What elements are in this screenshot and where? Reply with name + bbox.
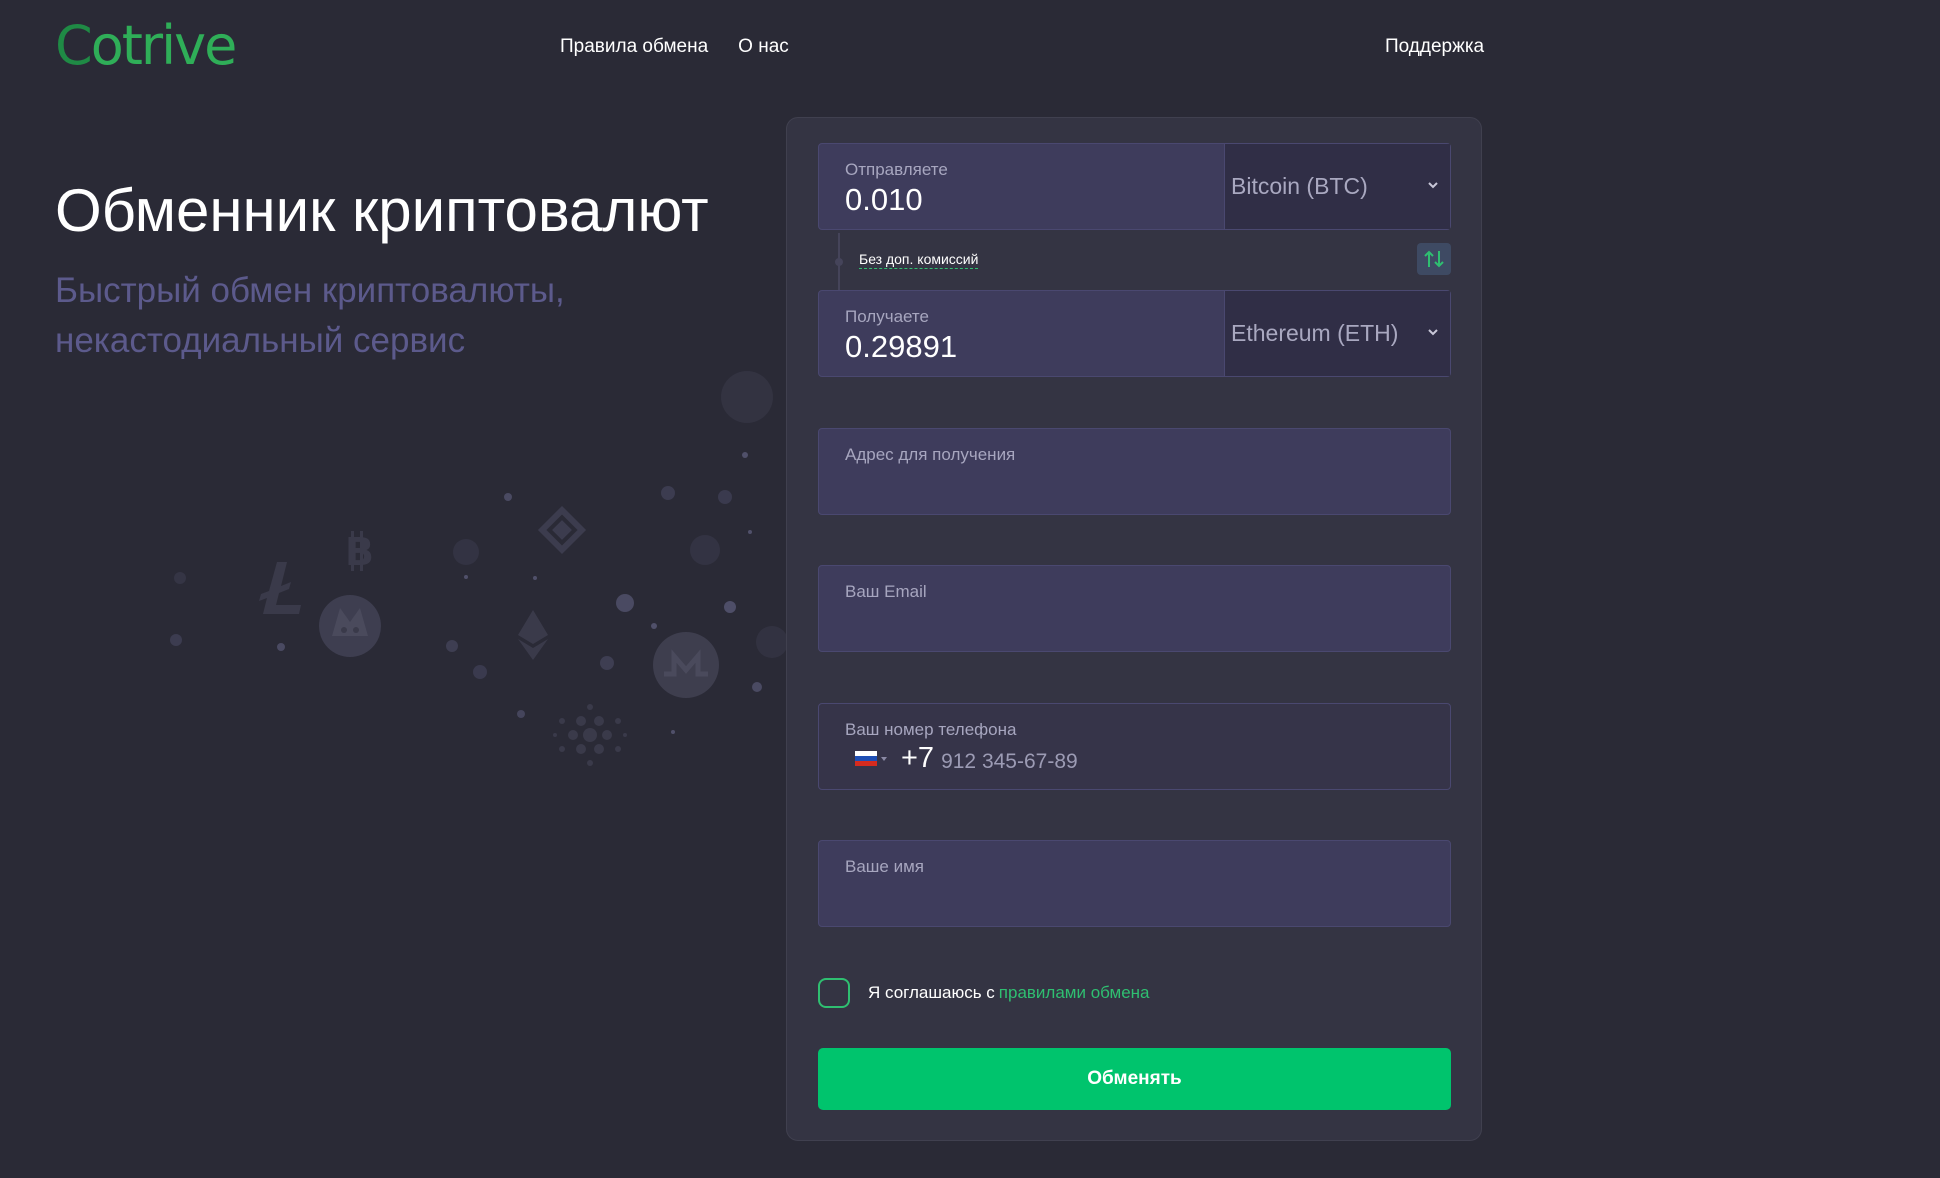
decor-dot — [174, 572, 186, 584]
decor-dot — [473, 665, 487, 679]
send-amount-field[interactable]: Отправляете 0.010 Bitcoin (BTC) — [818, 143, 1451, 230]
phone-input[interactable]: 912 345-67-89 — [941, 750, 1078, 774]
page-title: Обменник криптовалют — [55, 177, 709, 244]
binance-icon — [537, 505, 587, 555]
receive-amount-field[interactable]: Получаете 0.29891 Ethereum (ETH) — [818, 290, 1451, 377]
decor-dot — [748, 530, 752, 534]
address-field[interactable]: Адрес для получения — [818, 428, 1451, 515]
dogecoin-icon — [319, 595, 381, 657]
decor-bubble — [453, 539, 479, 565]
phone-field[interactable]: Ваш номер телефона +7 912 345-67-89 — [818, 703, 1451, 790]
address-label: Адрес для получения — [845, 445, 1016, 464]
connector-dot — [835, 258, 843, 266]
nav-exchange-rules[interactable]: Правила обмена — [560, 36, 708, 58]
monero-icon — [653, 632, 719, 698]
decor-dot — [533, 576, 537, 580]
decor-dot — [724, 601, 736, 613]
page-subtitle: Быстрый обмен криптовалюты, некастодиаль… — [55, 271, 565, 360]
phone-input-row: +7 912 345-67-89 — [845, 742, 1078, 775]
decor-bubble — [690, 535, 720, 565]
cardano-icon — [553, 704, 627, 766]
fee-info-row: Без доп. комиссий — [818, 233, 1451, 290]
nav-support[interactable]: Поддержка — [1385, 36, 1484, 58]
caret-down-icon — [881, 756, 887, 761]
phone-label: Ваш номер телефона — [845, 720, 1017, 739]
decor-dot — [464, 575, 468, 579]
name-label: Ваше имя — [845, 857, 924, 876]
svg-text:B: B — [345, 530, 374, 574]
decor-bubble — [721, 371, 773, 423]
decor-dot — [661, 486, 675, 500]
litecoin-icon — [259, 562, 301, 614]
decor-dot — [616, 594, 634, 612]
decor-dot — [718, 490, 732, 504]
no-fee-note[interactable]: Без доп. комиссий — [859, 251, 979, 269]
swap-button[interactable] — [1417, 243, 1451, 275]
decor-dot — [446, 640, 458, 652]
email-label: Ваш Email — [845, 582, 927, 601]
nav-about[interactable]: О нас — [738, 36, 789, 58]
terms-text: Я соглашаюсь с — [868, 983, 995, 1002]
chevron-down-icon — [1428, 182, 1438, 189]
decor-dot — [517, 710, 525, 718]
send-amount-input[interactable]: 0.010 — [845, 182, 923, 218]
exchange-form: Отправляете 0.010 Bitcoin (BTC) Без доп.… — [786, 117, 1482, 1141]
decor-dot — [742, 452, 748, 458]
decor-dot — [651, 623, 657, 629]
logo[interactable]: Cotrive — [55, 14, 237, 77]
terms-link[interactable]: правилами обмена — [999, 983, 1150, 1003]
name-field[interactable]: Ваше имя — [818, 840, 1451, 927]
decor-dot — [752, 682, 762, 692]
decor-dot — [277, 643, 285, 651]
bitcoin-icon: B — [345, 530, 374, 574]
decor-dot — [504, 493, 512, 501]
terms-agreement: Я соглашаюсь с правилами обмена — [818, 978, 1150, 1008]
email-field[interactable]: Ваш Email — [818, 565, 1451, 652]
phone-country-code: +7 — [901, 742, 935, 774]
decor-bubble — [756, 626, 788, 658]
crypto-coins-decoration: B — [170, 371, 788, 766]
receive-currency-select[interactable]: Ethereum (ETH) — [1224, 291, 1450, 376]
send-label: Отправляете — [845, 160, 948, 179]
swap-arrows-icon — [1424, 250, 1444, 268]
receive-currency-label: Ethereum (ETH) — [1231, 320, 1399, 346]
decor-dot — [600, 656, 614, 670]
decor-dot — [170, 634, 182, 646]
russia-flag-icon[interactable] — [855, 751, 877, 766]
send-currency-label: Bitcoin (BTC) — [1231, 173, 1368, 199]
chevron-down-icon — [1428, 329, 1438, 336]
main-nav: Правила обмена О нас — [560, 36, 789, 58]
send-currency-select[interactable]: Bitcoin (BTC) — [1224, 144, 1450, 229]
terms-checkbox[interactable] — [818, 978, 850, 1008]
ethereum-icon — [518, 610, 548, 660]
receive-amount-input[interactable]: 0.29891 — [845, 329, 957, 365]
receive-label: Получаете — [845, 307, 929, 326]
exchange-button[interactable]: Обменять — [818, 1048, 1451, 1110]
decor-dot — [671, 730, 675, 734]
